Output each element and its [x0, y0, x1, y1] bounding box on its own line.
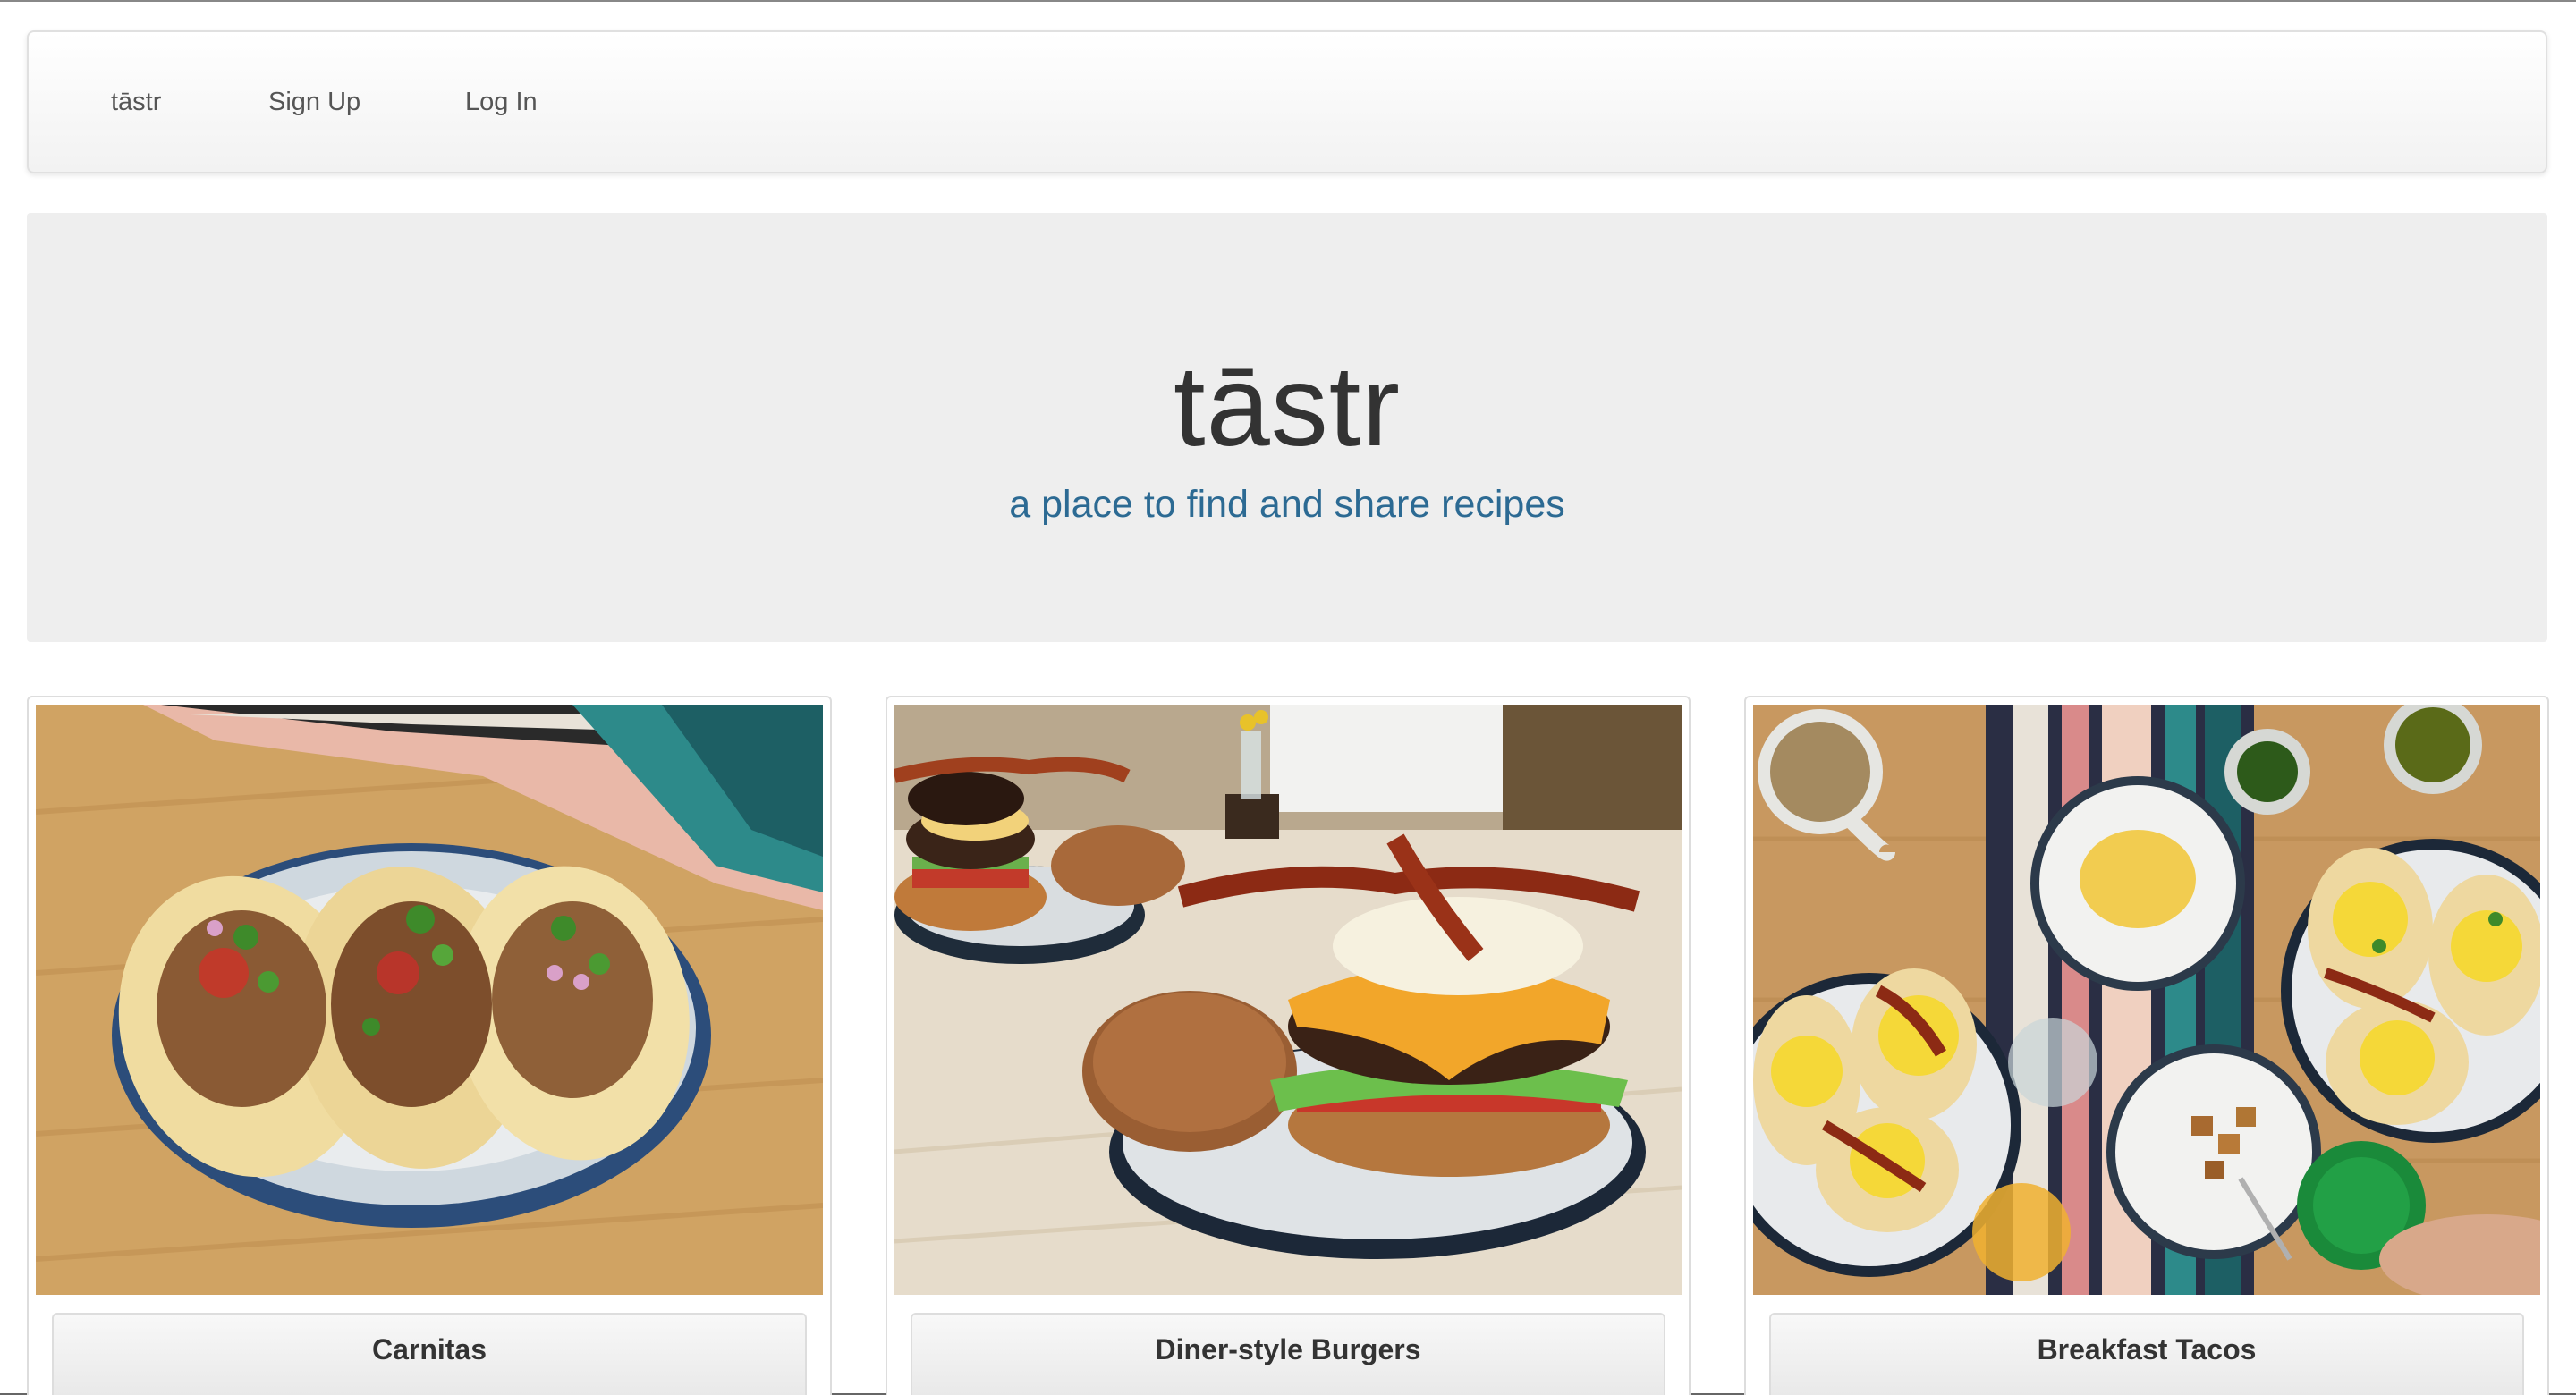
recipe-photo-carnitas[interactable] — [36, 705, 823, 1295]
recipe-photo-breakfast-tacos[interactable] — [1753, 705, 2540, 1295]
recipe-title: Diner-style Burgers — [1155, 1333, 1421, 1365]
recipe-title-bar-carnitas[interactable]: Carnitas — [52, 1313, 807, 1395]
hero-jumbotron: tāstr a place to find and share recipes — [27, 213, 2547, 642]
burger-photo — [894, 705, 1682, 1295]
navbar: tāstr Sign Up Log In — [27, 30, 2547, 173]
recipe-card-grid: Carnitas Diner-style Burgers Breakfast T… — [0, 696, 2576, 1395]
hero-tagline: a place to find and share recipes — [1009, 483, 1565, 526]
recipe-card-burgers[interactable]: Diner-style Burgers — [886, 696, 1690, 1395]
recipe-title-bar-burgers[interactable]: Diner-style Burgers — [911, 1313, 1665, 1395]
recipe-card-breakfast-tacos[interactable]: Breakfast Tacos — [1744, 696, 2549, 1395]
hero-title: tāstr — [1174, 342, 1401, 470]
nav-signup-link[interactable]: Sign Up — [268, 32, 360, 172]
nav-brand-link[interactable]: tāstr — [111, 32, 161, 172]
recipe-title-bar-breakfast-tacos[interactable]: Breakfast Tacos — [1769, 1313, 2524, 1395]
breakfast-tacos-photo — [1753, 705, 2540, 1295]
recipe-title: Breakfast Tacos — [2037, 1333, 2257, 1365]
recipe-photo-burgers[interactable] — [894, 705, 1682, 1295]
tacos-photo — [36, 705, 823, 1295]
recipe-card-carnitas[interactable]: Carnitas — [27, 696, 832, 1395]
nav-login-link[interactable]: Log In — [465, 32, 538, 172]
recipe-title: Carnitas — [371, 1333, 487, 1365]
page: tāstr Sign Up Log In tāstr a place to fi… — [0, 0, 2576, 1395]
